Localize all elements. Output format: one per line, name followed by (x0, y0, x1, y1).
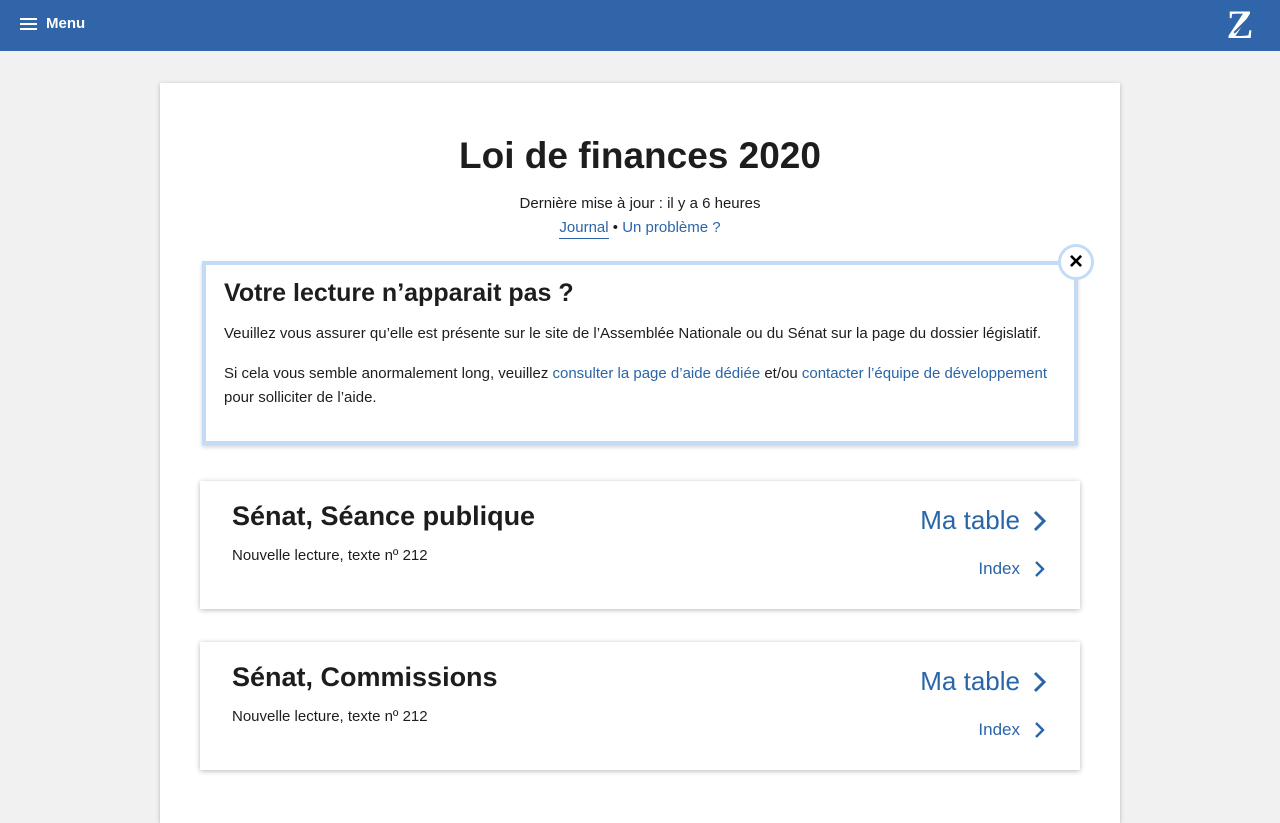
chevron-right-icon (1035, 561, 1045, 577)
index-link[interactable]: Index (978, 559, 1046, 579)
journal-link[interactable]: Journal (559, 219, 609, 239)
index-label: Index (978, 720, 1020, 739)
link-separator: • (612, 219, 619, 236)
report-problem-link[interactable]: Un problème ? (622, 219, 720, 236)
close-notice-button[interactable]: × (1058, 244, 1094, 280)
reading-subtitle: Nouvelle lecture, texte nº 212 (232, 547, 428, 564)
menu-label: Menu (46, 15, 86, 32)
zam-logo[interactable]: Z (1224, 4, 1256, 46)
notice-paragraph-1: Veuillez vous assurer qu’elle est présen… (224, 325, 1042, 342)
missing-reading-notice: Votre lecture n’apparait pas ? Veuillez … (202, 261, 1078, 445)
reading-title: Sénat, Séance publique (232, 501, 536, 531)
help-page-link[interactable]: consulter la page d’aide dédiée (553, 365, 761, 382)
chevron-right-icon (1035, 722, 1045, 738)
index-link[interactable]: Index (978, 720, 1046, 740)
last-update-text: Dernière mise à jour : il y a 6 heures (519, 195, 761, 212)
reading-card[interactable]: Sénat, Séance publique Nouvelle lecture,… (200, 481, 1080, 609)
header-links: Journal • Un problème ? (160, 219, 1120, 239)
page-title: Loi de finances 2020 (459, 135, 821, 176)
reading-title: Sénat, Commissions (232, 662, 498, 692)
ma-table-link[interactable]: Ma table (920, 666, 1048, 697)
main-content-card: Loi de finances 2020 Dernière mise à jou… (160, 83, 1120, 823)
hamburger-icon (20, 17, 37, 30)
reading-card[interactable]: Sénat, Commissions Nouvelle lecture, tex… (200, 642, 1080, 770)
notice-paragraph-2: Si cela vous semble anormalement long, v… (224, 362, 1064, 410)
notice-title: Votre lecture n’apparait pas ? (224, 279, 574, 307)
ma-table-label: Ma table (920, 505, 1020, 535)
chevron-right-icon (1033, 671, 1047, 692)
ma-table-label: Ma table (920, 666, 1020, 696)
index-label: Index (978, 559, 1020, 578)
menu-button[interactable]: Menu (20, 0, 85, 47)
notice-text-after: pour solliciter de l’aide. (224, 389, 377, 406)
contact-team-link[interactable]: contacter l’équipe de développement (802, 365, 1047, 382)
notice-text-before: Si cela vous semble anormalement long, v… (224, 365, 553, 382)
reading-subtitle: Nouvelle lecture, texte nº 212 (232, 708, 428, 725)
top-navigation-bar: Menu Z (0, 0, 1280, 51)
ma-table-link[interactable]: Ma table (920, 505, 1048, 536)
notice-text-middle: et/ou (760, 365, 802, 382)
close-icon: × (1068, 248, 1083, 275)
chevron-right-icon (1033, 510, 1047, 531)
